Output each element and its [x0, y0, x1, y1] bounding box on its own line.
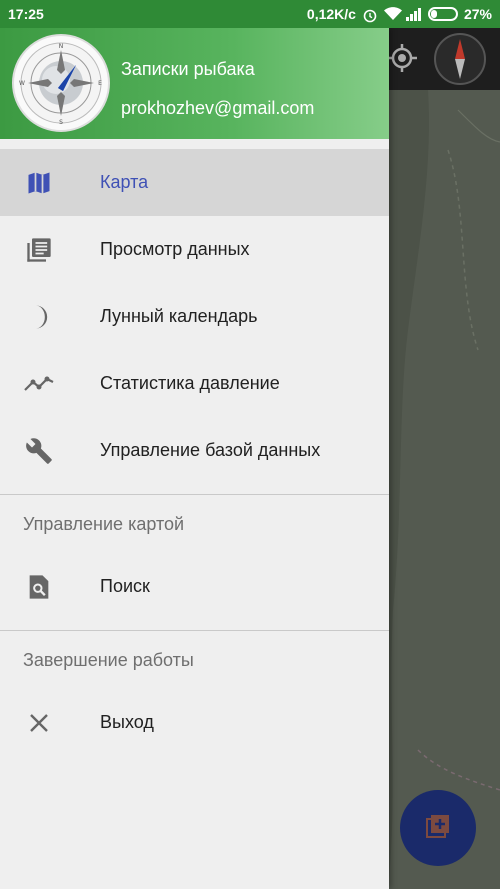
app-logo-compass[interactable]: N S W E — [12, 34, 110, 132]
svg-text:E: E — [98, 80, 102, 87]
network-speed: 0,12K/c — [306, 6, 356, 22]
add-layer-icon — [424, 812, 452, 845]
menu-item-moon-calendar[interactable]: Лунный календарь — [0, 283, 389, 350]
wifi-icon — [383, 7, 402, 21]
signal-icon — [405, 7, 422, 21]
menu-item-exit[interactable]: Выход — [0, 689, 389, 756]
menu-item-pressure-stats[interactable]: Статистика давление — [0, 350, 389, 417]
svg-text:W: W — [19, 80, 25, 87]
section-header-exit: Завершение работы — [23, 649, 194, 670]
drawer-menu: Карта Просмотр данных Лунный календарь С… — [0, 139, 389, 756]
menu-item-search[interactable]: Поиск — [0, 553, 389, 620]
menu-item-label: Управление базой данных — [100, 440, 321, 460]
section-header-map: Управление картой — [23, 513, 185, 534]
compass-icon[interactable] — [432, 31, 488, 92]
menu-item-database[interactable]: Управление базой данных — [0, 417, 389, 484]
moon-icon — [23, 301, 55, 333]
close-icon — [23, 707, 55, 739]
svg-text:N: N — [59, 43, 64, 50]
trending-line-icon — [23, 368, 55, 400]
battery-level: 27% — [463, 6, 492, 22]
wrench-icon — [23, 435, 55, 467]
map-terrain — [388, 90, 500, 889]
library-books-icon — [23, 234, 55, 266]
menu-item-label: Поиск — [100, 576, 150, 596]
battery-icon — [427, 7, 458, 21]
svg-text:S: S — [59, 119, 63, 126]
drawer-header: N S W E Записки рыбака prokhozhev@gmail.… — [0, 28, 389, 139]
add-layer-fab[interactable] — [400, 790, 476, 866]
status-bar: 17:25 0,12K/c 27% — [0, 0, 500, 28]
app-title: Записки рыбака — [121, 59, 255, 79]
menu-item-view-data[interactable]: Просмотр данных — [0, 216, 389, 283]
menu-item-label: Статистика давление — [100, 373, 280, 393]
menu-item-map[interactable]: Карта — [0, 149, 389, 216]
search-file-icon — [23, 571, 55, 603]
map-toolbar — [388, 28, 500, 90]
map-view[interactable] — [388, 28, 500, 889]
menu-item-label: Выход — [100, 712, 154, 732]
status-time: 17:25 — [8, 6, 44, 22]
menu-item-label: Лунный календарь — [100, 306, 258, 326]
navigation-drawer: N S W E Записки рыбака prokhozhev@gmail.… — [0, 28, 389, 889]
my-location-icon[interactable] — [388, 43, 418, 78]
map-icon — [23, 167, 55, 199]
alarm-icon — [362, 7, 378, 23]
account-email: prokhozhev@gmail.com — [121, 98, 315, 118]
menu-item-label: Карта — [100, 172, 149, 192]
menu-item-label: Просмотр данных — [100, 239, 250, 259]
